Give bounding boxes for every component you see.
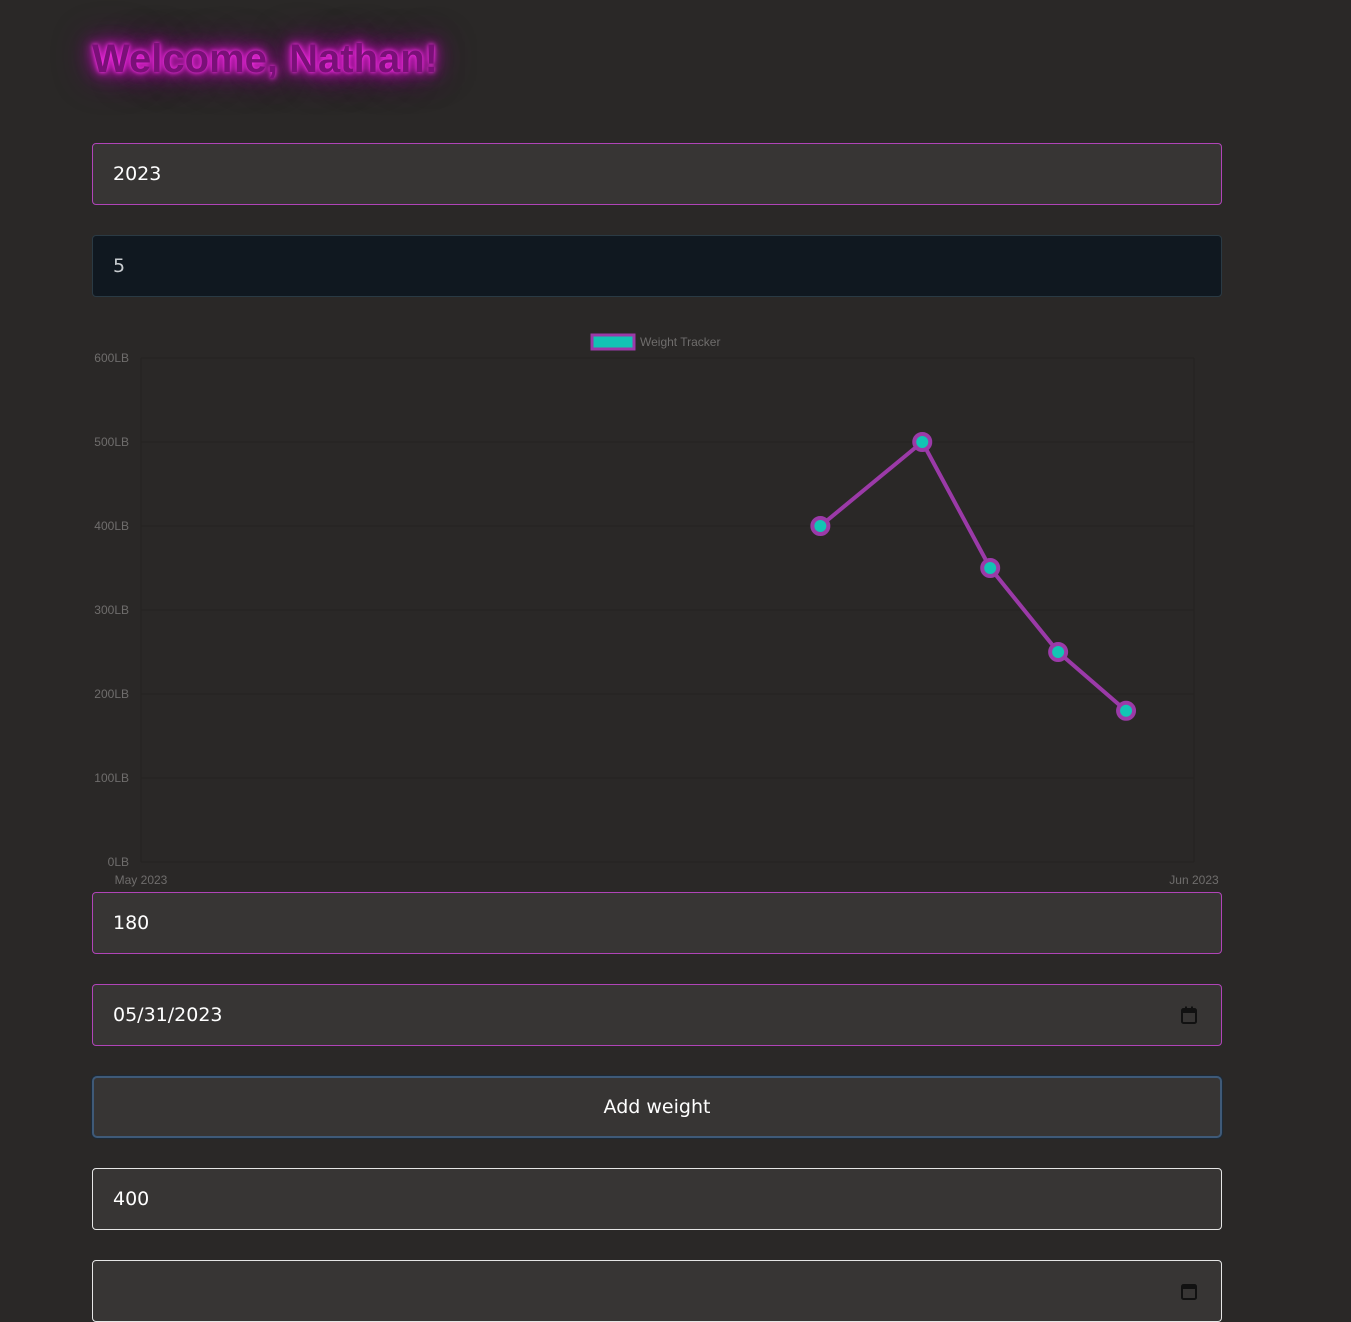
calendar-icon[interactable]	[1181, 1006, 1197, 1024]
weight-input[interactable]: 180	[92, 892, 1222, 954]
data-point[interactable]	[1048, 642, 1069, 662]
y-axis-ticks: 0LB 100LB 200LB 300LB 400LB 500LB 600LB	[94, 351, 129, 869]
chart-series	[810, 432, 1137, 721]
x-axis-ticks: May 2023 Jun 2023	[115, 873, 1219, 887]
add-weight-button[interactable]: Add weight	[92, 1076, 1222, 1138]
y-tick-label: 300LB	[94, 603, 129, 617]
y-tick-label: 0LB	[108, 855, 129, 869]
data-point[interactable]	[1116, 700, 1137, 721]
legend-swatch	[590, 333, 636, 351]
data-point[interactable]	[912, 432, 933, 452]
x-tick-label: May 2023	[115, 873, 168, 887]
series-line	[819, 440, 1128, 713]
y-tick-label: 200LB	[94, 687, 129, 701]
legend-label: Weight Tracker	[640, 335, 720, 349]
data-point[interactable]	[810, 516, 831, 536]
x-tick-label: Jun 2023	[1169, 873, 1219, 887]
entry-date-input[interactable]	[92, 1260, 1222, 1322]
weight-input-value: 180	[113, 912, 150, 934]
chart-grid	[140, 357, 1195, 863]
weight-chart: Weight Tracker 0LB 100LB 200LB 300LB 400LB 50…	[0, 320, 1351, 890]
year-input-value: 2023	[113, 163, 162, 185]
date-input[interactable]: 05/31/2023	[92, 984, 1222, 1046]
data-point[interactable]	[980, 558, 1001, 578]
entry-weight-input-value: 400	[113, 1188, 150, 1210]
y-tick-label: 600LB	[94, 351, 129, 365]
weight-chart-svg: Weight Tracker 0LB 100LB 200LB 300LB 400LB 50…	[94, 333, 1219, 887]
month-input-value: 5	[113, 255, 126, 277]
entry-weight-input[interactable]: 400	[92, 1168, 1222, 1230]
year-input[interactable]: 2023	[92, 143, 1222, 205]
date-input-value: 05/31/2023	[113, 1004, 223, 1026]
y-tick-label: 100LB	[94, 771, 129, 785]
y-tick-label: 500LB	[94, 435, 129, 449]
welcome-heading: Welcome, Nathan!	[92, 37, 438, 81]
chart-legend[interactable]: Weight Tracker	[590, 333, 720, 351]
add-weight-button-label: Add weight	[603, 1096, 711, 1118]
y-tick-label: 400LB	[94, 519, 129, 533]
month-input[interactable]: 5	[92, 235, 1222, 297]
